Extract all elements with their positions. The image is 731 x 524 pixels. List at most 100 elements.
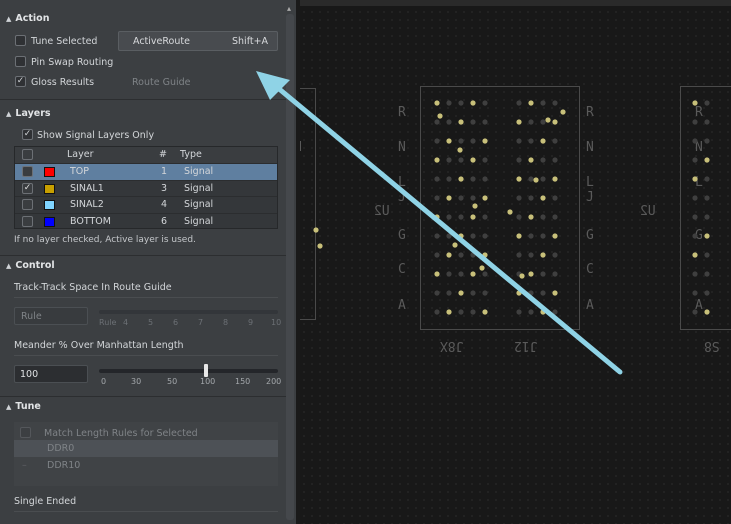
via-pad bbox=[692, 309, 698, 315]
via-pad bbox=[692, 138, 698, 144]
via-pad bbox=[692, 290, 698, 296]
via-pad bbox=[528, 100, 534, 106]
via-pad bbox=[540, 233, 546, 239]
via-pad bbox=[446, 195, 452, 201]
meander-slider-thumb[interactable] bbox=[204, 364, 208, 377]
tune-section-header[interactable]: ▲ Tune bbox=[6, 401, 41, 412]
table-row[interactable]: ✓ SINAL1 3 Signal bbox=[15, 179, 277, 197]
control-section-header[interactable]: ▲ Control bbox=[6, 260, 55, 271]
via-pad bbox=[692, 119, 698, 125]
gloss-results-checkbox[interactable]: ✓ bbox=[15, 76, 26, 87]
via-pad bbox=[470, 138, 476, 144]
via-pad bbox=[507, 209, 513, 215]
track-space-slider[interactable] bbox=[99, 310, 278, 314]
layer-name: BOTTOM bbox=[70, 215, 111, 227]
via-pad bbox=[446, 290, 452, 296]
via-pad bbox=[704, 119, 710, 125]
via-pad bbox=[482, 195, 488, 201]
via-pad bbox=[470, 195, 476, 201]
via-pad bbox=[434, 214, 440, 220]
via-pad bbox=[540, 195, 546, 201]
via-pad bbox=[692, 233, 698, 239]
layer-type: Signal bbox=[184, 182, 214, 194]
divider bbox=[14, 297, 278, 298]
via-pad bbox=[552, 100, 558, 106]
via-pad bbox=[458, 271, 464, 277]
panel-scrollbar[interactable] bbox=[286, 14, 294, 520]
active-route-button[interactable]: ActiveRoute Shift+A bbox=[118, 31, 278, 51]
table-row[interactable]: TOP 1 Signal bbox=[15, 163, 277, 180]
via-pad bbox=[434, 271, 440, 277]
via-pad bbox=[470, 290, 476, 296]
tune-selected-label: Tune Selected bbox=[31, 36, 98, 47]
layer-name: SINAL2 bbox=[70, 199, 104, 210]
collapse-triangle-icon: ▲ bbox=[6, 262, 12, 270]
header-checkbox[interactable] bbox=[22, 149, 33, 160]
list-item[interactable]: DDR0 bbox=[14, 440, 278, 457]
list-item[interactable]: – DDR10 bbox=[14, 457, 278, 474]
via-pad bbox=[516, 100, 522, 106]
layer-name: SINAL1 bbox=[70, 182, 104, 194]
via-pad bbox=[458, 233, 464, 239]
collapse-triangle-icon: ▲ bbox=[6, 403, 12, 411]
meander-input[interactable]: 100 bbox=[14, 365, 88, 383]
layer-checkbox[interactable] bbox=[22, 215, 33, 227]
via-pad bbox=[552, 309, 558, 315]
layer-color-swatch[interactable] bbox=[44, 167, 55, 177]
meander-slider[interactable] bbox=[99, 369, 278, 373]
via-pad bbox=[482, 157, 488, 163]
tune-selected-checkbox[interactable] bbox=[15, 35, 26, 46]
route-guide-button[interactable]: Route Guide bbox=[132, 77, 191, 88]
layer-color-swatch[interactable] bbox=[44, 216, 55, 227]
via-pad bbox=[692, 100, 698, 106]
via-pad bbox=[472, 203, 478, 209]
via-pad bbox=[458, 100, 464, 106]
action-section-header[interactable]: ▲ Action bbox=[6, 13, 49, 24]
via-pad bbox=[434, 138, 440, 144]
via-pad bbox=[482, 119, 488, 125]
table-row[interactable]: SINAL2 4 Signal bbox=[15, 196, 277, 213]
layer-type: Signal bbox=[184, 166, 214, 177]
via-pad bbox=[516, 309, 522, 315]
via-pad bbox=[552, 176, 558, 182]
pin-swap-label: Pin Swap Routing bbox=[31, 57, 114, 68]
via-pad bbox=[552, 119, 558, 125]
via-pad bbox=[540, 138, 546, 144]
layer-number: 4 bbox=[161, 199, 168, 210]
via-pad bbox=[470, 309, 476, 315]
layer-color-swatch[interactable] bbox=[44, 200, 55, 210]
column-layer[interactable]: Layer bbox=[67, 149, 94, 160]
via-pad bbox=[434, 119, 440, 125]
column-number[interactable]: # bbox=[159, 149, 167, 160]
show-signal-layers-checkbox[interactable]: ✓ bbox=[22, 129, 33, 140]
layers-table: Layer # Type TOP 1 Signal ✓ SINAL1 3 Signal SIN… bbox=[14, 146, 278, 229]
via-pad bbox=[692, 252, 698, 258]
rule-input[interactable]: Rule bbox=[14, 307, 88, 325]
via-pad bbox=[528, 195, 534, 201]
scroll-up-icon[interactable]: ▴ bbox=[287, 4, 291, 13]
column-type[interactable]: Type bbox=[180, 149, 202, 160]
layer-checkbox[interactable]: ✓ bbox=[22, 182, 33, 194]
via-pad bbox=[704, 100, 710, 106]
match-length-checkbox[interactable] bbox=[20, 427, 31, 438]
pin-swap-checkbox[interactable] bbox=[15, 56, 26, 67]
table-row[interactable]: BOTTOM 6 Signal bbox=[15, 212, 277, 230]
slider-tick-label: 6 bbox=[173, 318, 179, 327]
meander-label: Meander % Over Manhattan Length bbox=[14, 340, 184, 351]
via-pad bbox=[540, 252, 546, 258]
slider-tick-label: 0 bbox=[101, 377, 107, 386]
via-pad bbox=[692, 214, 698, 220]
via-pad bbox=[516, 138, 522, 144]
slider-tick-label: 50 bbox=[167, 377, 178, 386]
layer-color-swatch[interactable] bbox=[44, 183, 55, 194]
layer-checkbox[interactable] bbox=[22, 166, 33, 177]
pcb-canvas[interactable]: R N L J G C A R N L J G C A R N L G A U2… bbox=[300, 0, 731, 524]
via-pad bbox=[446, 119, 452, 125]
via-pad bbox=[704, 138, 710, 144]
via-pad bbox=[540, 214, 546, 220]
via-pad bbox=[516, 176, 522, 182]
layers-section-header[interactable]: ▲ Layers bbox=[6, 108, 51, 119]
layer-number: 3 bbox=[161, 182, 168, 194]
layer-checkbox[interactable] bbox=[22, 199, 33, 210]
via-pad bbox=[482, 309, 488, 315]
